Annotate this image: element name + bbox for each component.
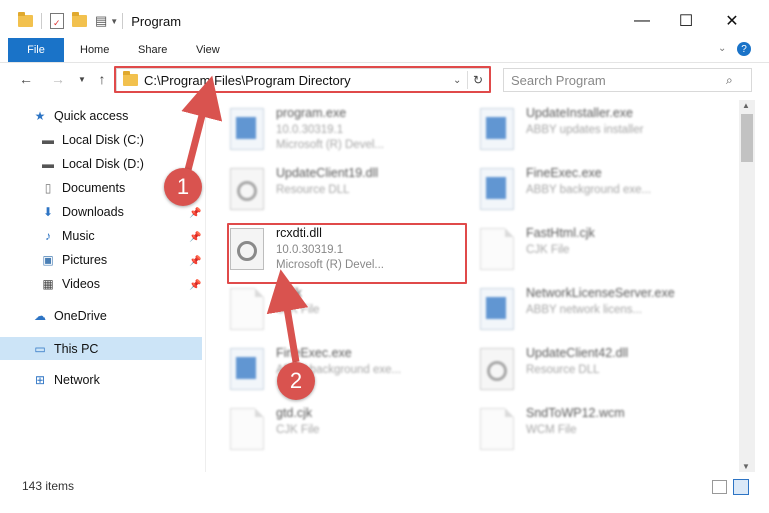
arrow-to-file	[266, 269, 309, 363]
callout-arrows	[181, 75, 309, 363]
arrow-to-address	[181, 75, 223, 171]
callout-badge-2: 2	[277, 362, 315, 400]
callout-badge-1: 1	[164, 168, 202, 206]
